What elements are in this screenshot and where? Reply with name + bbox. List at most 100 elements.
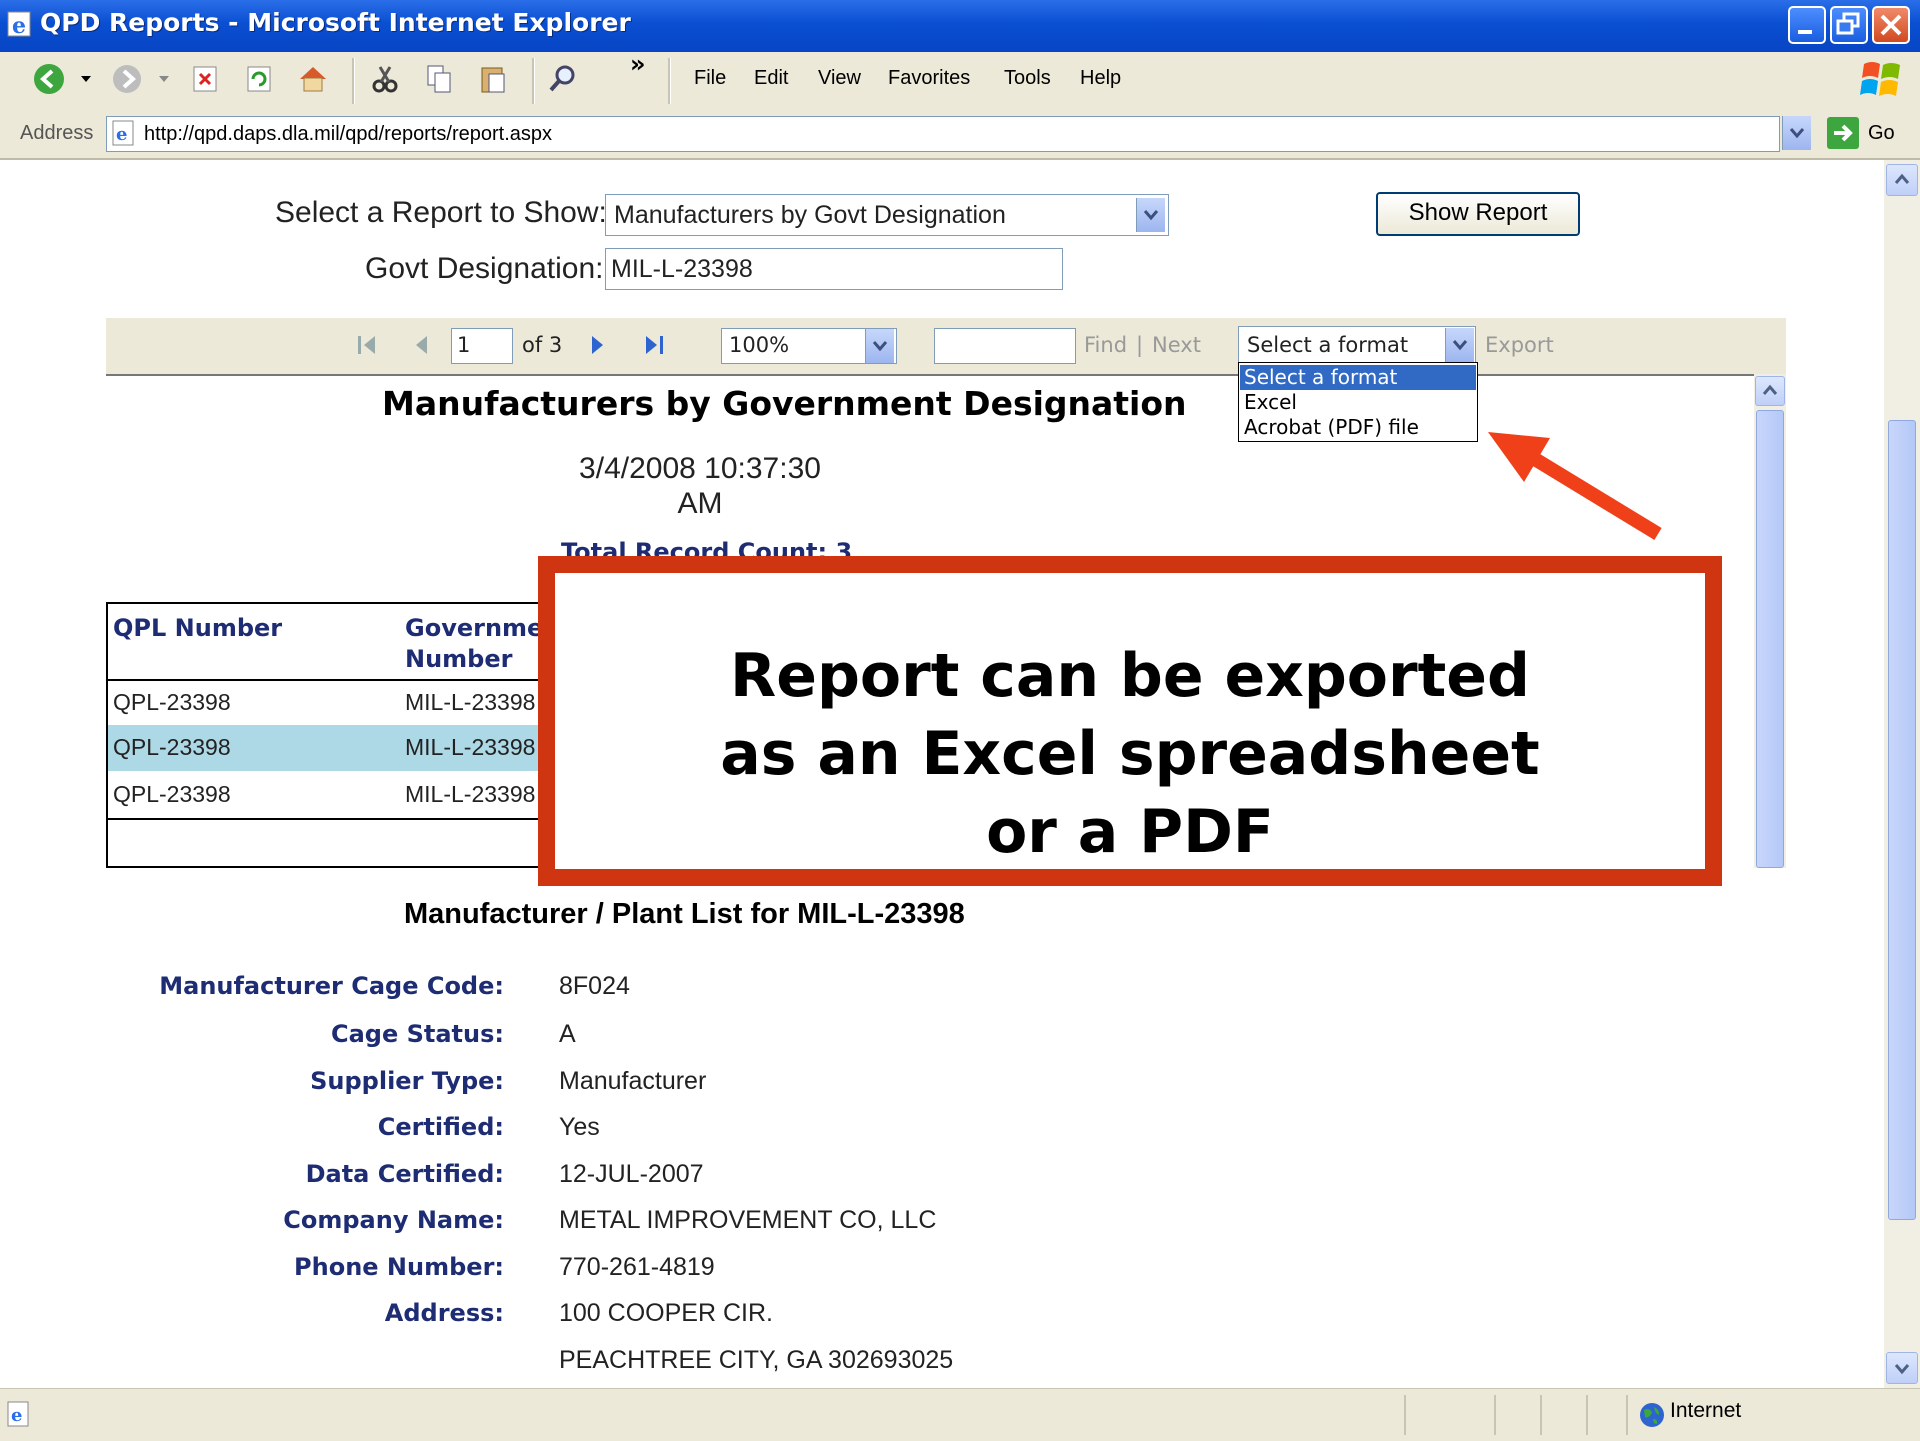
home-icon[interactable] xyxy=(296,62,330,96)
label-address: Address: xyxy=(384,1299,504,1327)
svg-text:e: e xyxy=(12,13,26,39)
report-title: Manufacturers by Government Designation xyxy=(382,384,1187,423)
windows-logo-icon xyxy=(1860,62,1900,96)
forward-dropdown-icon[interactable] xyxy=(158,74,170,84)
security-zone: Internet xyxy=(1670,1399,1742,1422)
export-format-value: Select a format xyxy=(1247,333,1409,357)
label-data-certified: Data Certified: xyxy=(305,1160,504,1188)
label-company-name: Company Name: xyxy=(283,1206,504,1234)
value-data-certified: 12-JUL-2007 xyxy=(559,1160,704,1188)
find-input[interactable] xyxy=(934,328,1076,364)
back-dropdown-icon[interactable] xyxy=(80,74,92,84)
value-address-line1: 100 COOPER CIR. xyxy=(559,1299,773,1327)
chevron-up-icon xyxy=(1762,384,1778,395)
forward-icon[interactable] xyxy=(110,62,144,96)
option-select-format[interactable]: Select a format xyxy=(1240,365,1476,390)
option-pdf[interactable]: Acrobat (PDF) file xyxy=(1240,415,1476,440)
go-arrow-icon[interactable] xyxy=(1826,116,1860,150)
annotation-line: or a PDF xyxy=(986,797,1274,867)
copy-icon[interactable] xyxy=(422,62,456,96)
zoom-value: 100% xyxy=(729,333,790,357)
toolbar-separator xyxy=(532,58,535,104)
menu-favorites[interactable]: Favorites xyxy=(888,67,970,90)
address-url: http://qpd.daps.dla.mil/qpd/reports/repo… xyxy=(144,123,553,145)
page-scroll-down-button[interactable] xyxy=(1886,1352,1918,1384)
annotation-callout: Report can be exported as an Excel sprea… xyxy=(538,556,1722,886)
table-footer-rule xyxy=(106,818,586,820)
value-phone-number: 770-261-4819 xyxy=(559,1253,715,1281)
toolbar-chevron[interactable]: » xyxy=(630,50,646,78)
value-certified: Yes xyxy=(559,1113,600,1141)
zoom-dropdown-button[interactable] xyxy=(865,329,894,363)
chevron-down-icon xyxy=(1894,1364,1910,1375)
stop-icon[interactable] xyxy=(188,62,222,96)
column-header-number: Number xyxy=(405,645,513,673)
close-icon xyxy=(1880,14,1902,36)
status-divider xyxy=(1540,1395,1542,1435)
address-dropdown-button[interactable] xyxy=(1782,116,1811,150)
plant-list-title: Manufacturer / Plant List for MIL-L-2339… xyxy=(404,898,965,930)
minimize-button[interactable] xyxy=(1788,6,1826,44)
previous-page-icon[interactable] xyxy=(410,333,434,357)
address-label: Address xyxy=(20,122,94,144)
find-link[interactable]: Find xyxy=(1084,333,1127,357)
report-scroll-thumb[interactable] xyxy=(1756,410,1784,868)
chevron-down-icon xyxy=(1789,128,1805,139)
label-certified: Certified: xyxy=(377,1113,504,1141)
annotation-line: as an Excel spreadsheet xyxy=(720,719,1540,789)
status-bar: e xyxy=(0,1388,1920,1441)
find-separator: | xyxy=(1136,333,1144,357)
menu-file[interactable]: File xyxy=(694,67,726,90)
svg-text:e: e xyxy=(11,1405,22,1426)
next-link[interactable]: Next xyxy=(1152,333,1201,357)
cell-government-number: MIL-L-23398 xyxy=(405,689,536,715)
annotation-line: Report can be exported xyxy=(730,641,1530,711)
cell-government-number: MIL-L-23398 xyxy=(405,734,536,760)
page-icon: e xyxy=(112,120,134,146)
restore-button[interactable] xyxy=(1830,6,1868,44)
last-page-icon[interactable] xyxy=(642,333,668,357)
report-select-dropdown-button[interactable] xyxy=(1136,198,1165,232)
chevron-down-icon xyxy=(1452,340,1468,351)
go-button[interactable]: Go xyxy=(1868,122,1895,145)
page-status-icon: e xyxy=(7,1401,29,1427)
restore-icon xyxy=(1836,12,1860,35)
value-company-name: METAL IMPROVEMENT CO, LLC xyxy=(559,1206,937,1234)
next-page-icon[interactable] xyxy=(585,333,609,357)
status-divider xyxy=(1494,1395,1496,1435)
report-scroll-up-button[interactable] xyxy=(1755,376,1785,406)
cut-icon[interactable] xyxy=(368,62,402,96)
show-report-button[interactable]: Show Report xyxy=(1376,192,1580,236)
menu-view[interactable]: View xyxy=(818,67,861,90)
back-icon[interactable] xyxy=(32,62,66,96)
export-format-list: Select a format Excel Acrobat (PDF) file xyxy=(1238,362,1478,442)
export-link[interactable]: Export xyxy=(1485,333,1554,357)
report-time-suffix: AM xyxy=(677,487,723,520)
chevron-up-icon xyxy=(1894,173,1910,184)
page-scroll-thumb[interactable] xyxy=(1888,420,1916,1220)
globe-icon xyxy=(1640,1403,1664,1427)
toolbar-separator xyxy=(668,58,671,104)
minimize-icon xyxy=(1798,30,1812,34)
govt-designation-value: MIL-L-23398 xyxy=(611,255,753,283)
menu-tools[interactable]: Tools xyxy=(1004,67,1051,90)
toolbar-separator xyxy=(352,58,355,104)
cell-qpl-number: QPL-23398 xyxy=(113,781,231,807)
search-icon[interactable] xyxy=(546,62,580,96)
paste-icon[interactable] xyxy=(476,62,510,96)
export-format-dropdown-button[interactable] xyxy=(1445,328,1474,362)
refresh-icon[interactable] xyxy=(242,62,276,96)
option-excel[interactable]: Excel xyxy=(1240,390,1476,415)
close-button[interactable] xyxy=(1872,6,1910,44)
column-header-qpl-number: QPL Number xyxy=(113,614,283,642)
first-page-icon[interactable] xyxy=(355,333,379,357)
status-divider xyxy=(1586,1395,1588,1435)
label-phone-number: Phone Number: xyxy=(294,1253,504,1281)
svg-text:e: e xyxy=(116,124,127,145)
status-divider xyxy=(1626,1395,1628,1435)
ie-logo-icon: e xyxy=(7,11,31,39)
window-title: QPD Reports - Microsoft Internet Explore… xyxy=(40,8,631,37)
menu-edit[interactable]: Edit xyxy=(754,67,788,90)
menu-help[interactable]: Help xyxy=(1080,67,1121,90)
page-scroll-up-button[interactable] xyxy=(1886,164,1918,196)
